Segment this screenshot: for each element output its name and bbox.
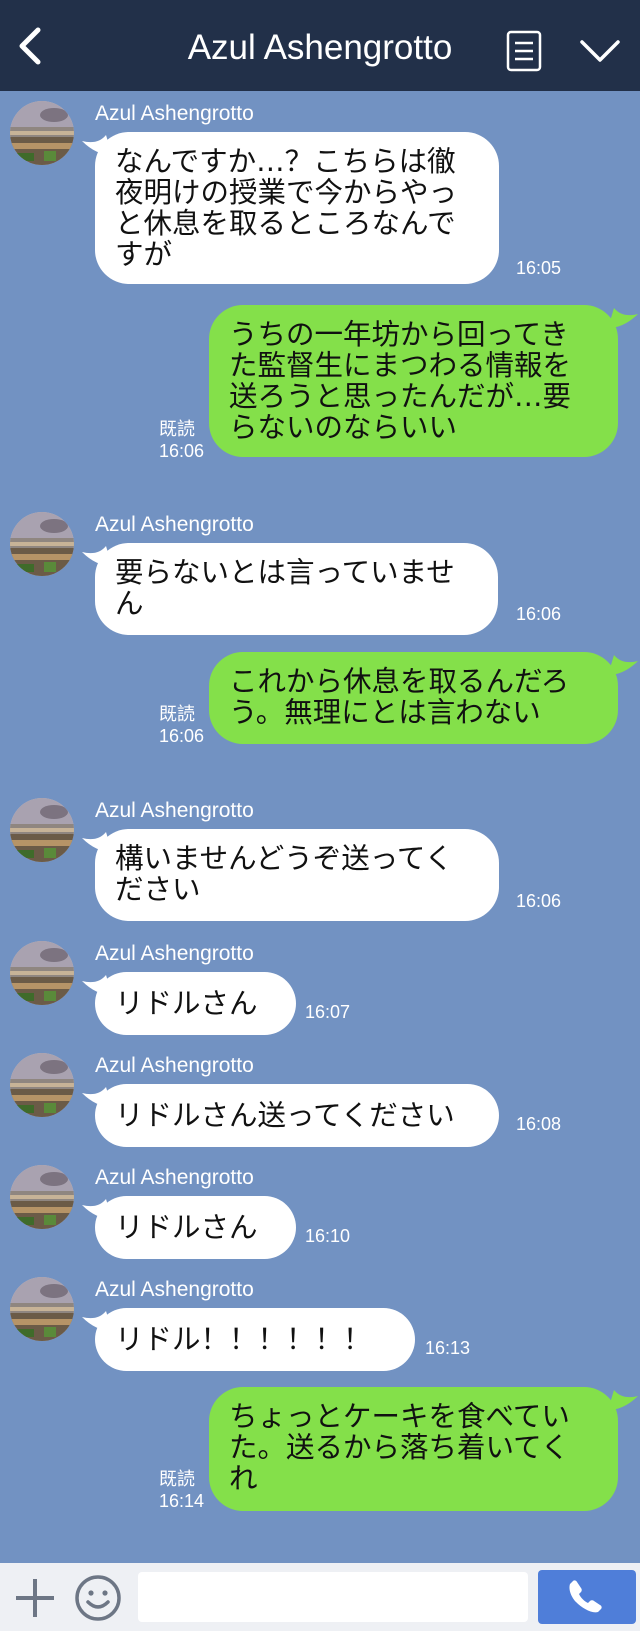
phone-icon [569,1580,602,1613]
message-bubble[interactable]: 要らないとは言っていませ ん [95,543,498,635]
message-time: 16:08 [516,1114,562,1134]
message-time: 16:10 [305,1226,351,1246]
chat-title: Azul Ashengrotto [187,28,453,67]
message-time: 16:06 [159,726,205,746]
message-bubble[interactable]: リドルさん [95,1196,296,1259]
avatar-image [10,941,74,1005]
sender-name: Azul Ashengrotto [95,1166,254,1189]
message-bubble[interactable]: うちの一年坊から回ってき た監督生にまつわる情報を 送ろうと思ったんだが…要 ら… [209,305,618,457]
input-bar [0,1563,640,1631]
message-input[interactable] [138,1572,528,1622]
sender-name: Azul Ashengrotto [95,102,254,125]
avatar[interactable] [10,1277,74,1341]
sender-name: Azul Ashengrotto [95,1054,254,1077]
message-bubble[interactable]: リドルさん [95,972,296,1035]
message-time: 16:06 [516,604,562,624]
avatar[interactable] [10,1053,74,1117]
read-receipt: 既読 16:06 [159,418,204,462]
avatar-image [10,1053,74,1117]
message-bubble[interactable]: 構いませんどうぞ送ってく ださい [95,829,499,921]
message-time: 16:07 [305,1002,351,1022]
message-time: 16:14 [159,1491,205,1511]
message-bubble[interactable]: リドル！！！！！！ [95,1308,415,1371]
message-bubble[interactable]: ちょっとケーキを食べてい た。送るから落ち着いてく れ [209,1387,618,1511]
message-time: 16:05 [516,258,562,278]
avatar-image [10,1277,74,1341]
message-time: 16:06 [516,891,562,911]
read-label: 既読 [159,1469,195,1489]
chat-header: Azul Ashengrotto [0,0,640,91]
sender-name: Azul Ashengrotto [95,799,254,822]
chevron-down-icon[interactable] [578,36,622,66]
list-menu-icon[interactable] [506,30,542,72]
read-receipt: 既読 16:14 [159,1468,204,1512]
avatar[interactable] [10,101,74,165]
avatar[interactable] [10,798,74,862]
message-time: 16:06 [159,441,205,461]
sender-name: Azul Ashengrotto [95,513,254,536]
message-bubble[interactable]: リドルさん送ってください [95,1084,499,1147]
sender-name: Azul Ashengrotto [95,1278,254,1301]
avatar-image [10,101,74,165]
avatar[interactable] [10,512,74,576]
sender-name: Azul Ashengrotto [95,942,254,965]
read-receipt: 既読 16:06 [159,703,204,747]
avatar-image [10,798,74,862]
message-bubble[interactable]: なんですか…？こちらは徹 夜明けの授業で今からやっ と休息を取るところなんで す… [95,132,499,284]
avatar[interactable] [10,941,74,1005]
avatar[interactable] [10,1165,74,1229]
avatar-image [10,1165,74,1229]
call-button[interactable] [538,1570,636,1624]
smiley-icon[interactable] [74,1574,122,1622]
avatar-image [10,512,74,576]
read-label: 既読 [159,704,195,724]
plus-icon[interactable] [14,1577,56,1619]
back-chevron-icon[interactable] [14,26,46,66]
read-label: 既読 [159,419,195,439]
message-time: 16:13 [425,1338,471,1358]
message-bubble[interactable]: これから休息を取るんだろ う。無理にとは言わない [209,652,618,744]
